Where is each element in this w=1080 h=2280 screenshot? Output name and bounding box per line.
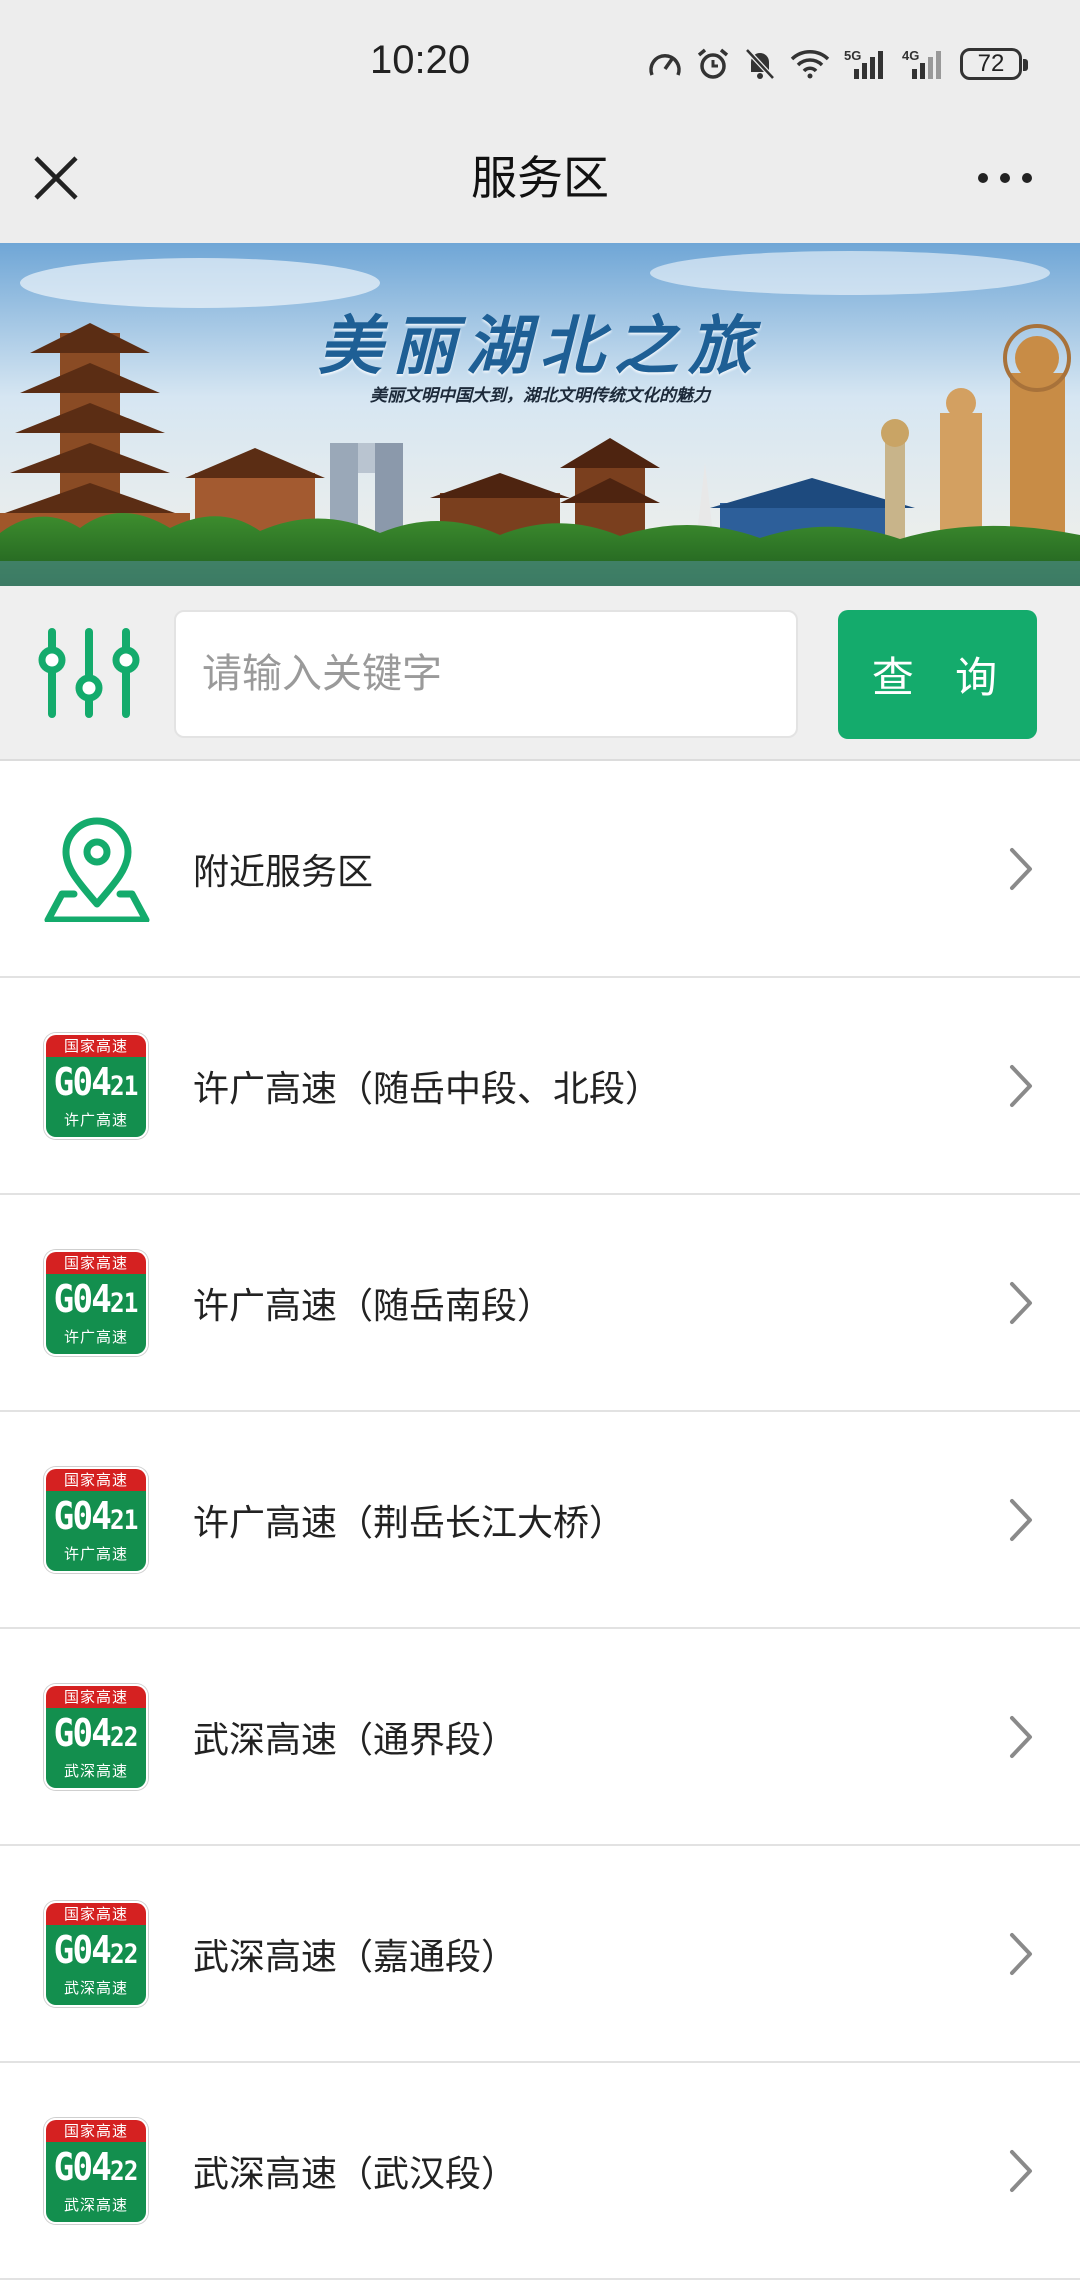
list-item-route[interactable]: 国家高速 G0422 武深高速 武深高速（通界段） <box>0 1629 1080 1846</box>
bell-off-icon <box>745 48 775 80</box>
shield-name: 武深高速 <box>63 1978 128 1997</box>
shield-code-sub: 22 <box>110 2155 138 2187</box>
shield-name: 武深高速 <box>63 2195 128 2214</box>
list-item-route[interactable]: 国家高速 G0422 武深高速 武深高速（武汉段） <box>0 2063 1080 2280</box>
shield-code-sub: 21 <box>110 1070 138 1102</box>
shield-code-main: G04 <box>54 1493 112 1538</box>
list-item-route[interactable]: 国家高速 G0421 许广高速 许广高速（随岳南段） <box>0 1195 1080 1412</box>
svg-text:4G: 4G <box>902 48 919 63</box>
5g-signal-icon: 5G <box>844 48 883 79</box>
highway-shield-icon: 国家高速 G0422 武深高速 <box>44 2117 148 2224</box>
wifi-icon <box>790 50 830 79</box>
shield-name: 许广高速 <box>63 1544 128 1563</box>
list-item-label: 武深高速（通界段） <box>193 1719 518 1761</box>
more-icon[interactable] <box>975 160 1035 196</box>
list-item-label: 附近服务区 <box>193 851 374 893</box>
battery-level: 72 <box>977 50 1005 77</box>
shield-code-main: G04 <box>54 1059 112 1104</box>
chevron-right-icon <box>1010 1932 1032 1975</box>
shield-code-main: G04 <box>54 2144 112 2189</box>
4g-signal-icon: 4G <box>902 48 941 79</box>
list-item-label: 武深高速（武汉段） <box>193 2153 518 2195</box>
svg-text:5G: 5G <box>844 48 861 63</box>
highway-shield-icon: 国家高速 G0422 武深高速 <box>44 1900 148 2007</box>
shield-top-label: 国家高速 <box>46 1685 146 1708</box>
shield-code-main: G04 <box>54 1927 112 1972</box>
banner-subtitle: 美丽文明中国大到，湖北文明传统文化的魅力 <box>370 386 710 406</box>
highway-shield-icon: 国家高速 G0422 武深高速 <box>44 1683 148 1790</box>
list-item-label: 武深高速（嘉通段） <box>193 1936 518 1978</box>
alarm-icon <box>697 48 729 79</box>
list-item-route[interactable]: 国家高速 G0421 许广高速 许广高速（随岳中段、北段） <box>0 978 1080 1195</box>
chevron-right-icon <box>1010 1281 1032 1324</box>
shield-code-main: G04 <box>54 1710 112 1755</box>
list-item-label: 许广高速（随岳中段、北段） <box>193 1068 662 1110</box>
chevron-right-icon <box>1010 1715 1032 1758</box>
search-button[interactable]: 查 询 <box>838 610 1037 739</box>
chevron-right-icon <box>1010 1064 1032 1107</box>
shield-top-label: 国家高速 <box>46 1902 146 1925</box>
filter-sliders-icon[interactable] <box>38 624 140 722</box>
highway-shield-icon: 国家高速 G0421 许广高速 <box>44 1466 148 1573</box>
shield-top-label: 国家高速 <box>46 1034 146 1057</box>
location-pin-icon <box>44 817 150 922</box>
shield-top-label: 国家高速 <box>46 1468 146 1491</box>
shield-name: 许广高速 <box>63 1110 128 1129</box>
service-area-list: 附近服务区 国家高速 G0421 许广高速 许广高速（随岳中段、北段） 国家高速… <box>0 761 1080 2280</box>
shield-code-sub: 21 <box>110 1287 138 1319</box>
shield-top-label: 国家高速 <box>46 2119 146 2142</box>
highway-shield-icon: 国家高速 G0421 许广高速 <box>44 1249 148 1356</box>
list-item-label: 许广高速（荆岳长江大桥） <box>193 1502 626 1544</box>
list-item-route[interactable]: 国家高速 G0422 武深高速 武深高速（嘉通段） <box>0 1846 1080 2063</box>
shield-name: 许广高速 <box>63 1327 128 1346</box>
list-item-route[interactable]: 国家高速 G0421 许广高速 许广高速（荆岳长江大桥） <box>0 1412 1080 1629</box>
search-input[interactable] <box>174 610 798 738</box>
status-icons: 5G 4G 72 <box>648 44 1028 84</box>
shield-code-sub: 21 <box>110 1504 138 1536</box>
chevron-right-icon <box>1010 847 1032 890</box>
shield-code-main: G04 <box>54 1276 112 1321</box>
battery-icon: 72 <box>960 48 1028 80</box>
highway-shield-icon: 国家高速 G0421 许广高速 <box>44 1032 148 1139</box>
page-title: 服务区 <box>471 151 609 205</box>
banner-image: 美丽湖北之旅 美丽文明中国大到，湖北文明传统文化的魅力 <box>0 243 1080 586</box>
status-time: 10:20 <box>370 38 471 82</box>
shield-name: 武深高速 <box>63 1761 128 1780</box>
chevron-right-icon <box>1010 2149 1032 2192</box>
shield-top-label: 国家高速 <box>46 1251 146 1274</box>
chevron-right-icon <box>1010 1498 1032 1541</box>
speedometer-icon <box>649 54 681 76</box>
banner-title: 美丽湖北之旅 <box>318 309 762 384</box>
list-item-label: 许广高速（随岳南段） <box>193 1285 554 1327</box>
list-item-nearby[interactable]: 附近服务区 <box>0 761 1080 978</box>
shield-code-sub: 22 <box>110 1938 138 1970</box>
shield-code-sub: 22 <box>110 1721 138 1753</box>
